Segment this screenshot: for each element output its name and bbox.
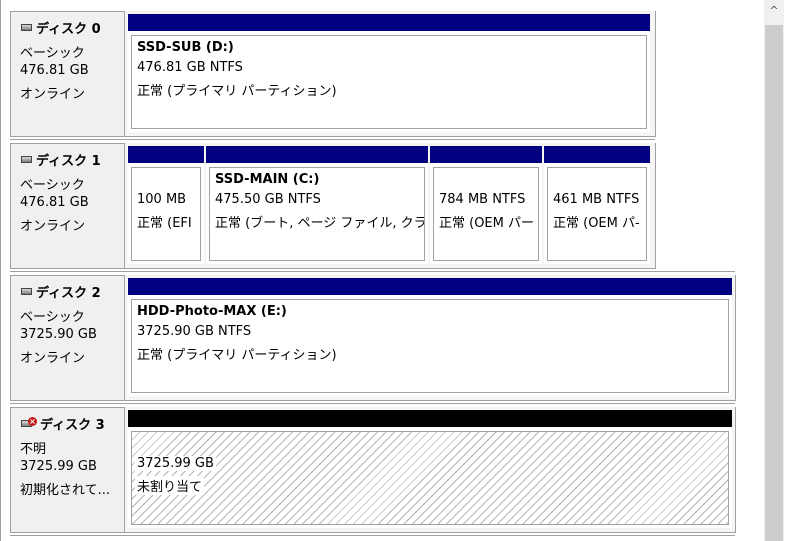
partition-status: 正常 (OEM パー <box>439 216 534 231</box>
disk-size: 476.81 GB <box>20 63 89 78</box>
disk-status: 初期化されて... <box>20 483 111 498</box>
disk-status: オンライン <box>20 87 86 102</box>
disk-type: ベーシック <box>20 310 85 325</box>
disk-name: ディスク 1 <box>36 154 101 169</box>
disk-management-view: ディスク 0 ベーシック 476.81 GB オンライン SSD-SUB (D:… <box>0 0 795 541</box>
disk-label-3[interactable]: ディスク 3 不明 3725.99 GB 初期化されて... <box>10 407 125 533</box>
partition-area: 3725.99 GB 未割り当て <box>125 407 736 533</box>
partition-label: SSD-SUB (D:) <box>137 40 234 55</box>
partition-area: 100 MB 正常 (EFI SSD-MAIN (C:) 475.50 GB N… <box>125 143 656 269</box>
disk-name: ディスク 0 <box>36 22 101 37</box>
partition-bar <box>206 146 428 163</box>
partition-e[interactable]: HDD-Photo-MAX (E:) 3725.90 GB NTFS 正常 (プ… <box>128 278 732 396</box>
partition-d[interactable]: SSD-SUB (D:) 476.81 GB NTFS 正常 (プライマリ パー… <box>128 14 650 132</box>
partition-bar <box>128 146 204 163</box>
disk-name: ディスク 3 <box>40 418 105 433</box>
partition-size: 461 MB NTFS <box>553 192 640 207</box>
disk-row-3: ディスク 3 不明 3725.99 GB 初期化されて... 3725.99 G… <box>10 407 736 533</box>
partition-bar <box>128 410 732 427</box>
disk-type: 不明 <box>20 442 47 457</box>
disk-name: ディスク 2 <box>36 286 101 301</box>
disk-error-icon <box>21 417 37 427</box>
disk-icon <box>21 24 32 31</box>
disk-label-0[interactable]: ディスク 0 ベーシック 476.81 GB オンライン <box>10 11 125 137</box>
partition-status: 正常 (プライマリ パーティション) <box>137 84 337 99</box>
disk-icon <box>21 156 32 163</box>
disk-label-1[interactable]: ディスク 1 ベーシック 476.81 GB オンライン <box>10 143 125 269</box>
disk-status: オンライン <box>20 219 86 234</box>
partition-size: 3725.99 GB <box>135 456 216 471</box>
row-divider <box>10 535 735 536</box>
partition-size: 100 MB <box>137 192 187 207</box>
partition-bar <box>430 146 542 163</box>
partition-size: 784 MB NTFS <box>439 192 526 207</box>
disk-row-1: ディスク 1 ベーシック 476.81 GB オンライン 100 MB 正常 (… <box>10 143 656 269</box>
unallocated-space[interactable]: 3725.99 GB 未割り当て <box>128 410 732 528</box>
disk-status: オンライン <box>20 351 86 366</box>
partition-status: 未割り当て <box>135 476 205 495</box>
partition-size: 3725.90 GB NTFS <box>137 324 252 339</box>
partition-bar <box>128 14 650 31</box>
partition-status: 正常 (OEM パ- <box>553 216 640 231</box>
partition-bar <box>128 278 732 295</box>
disk-type: ベーシック <box>20 46 85 61</box>
partition-status: 正常 (ブート, ページ ファイル, クラッシ <box>215 216 425 231</box>
partition-oem-1[interactable]: 784 MB NTFS 正常 (OEM パー <box>430 146 542 264</box>
partition-size: 475.50 GB NTFS <box>215 192 321 207</box>
disk-label-2[interactable]: ディスク 2 ベーシック 3725.90 GB オンライン <box>10 275 125 401</box>
row-divider <box>10 139 655 140</box>
scroll-thumb[interactable] <box>765 25 783 541</box>
partition-label: SSD-MAIN (C:) <box>215 172 320 187</box>
disk-size: 476.81 GB <box>20 195 89 210</box>
partition-efi[interactable]: 100 MB 正常 (EFI <box>128 146 204 264</box>
disk-size: 3725.90 GB <box>20 327 97 342</box>
partition-c[interactable]: SSD-MAIN (C:) 475.50 GB NTFS 正常 (ブート, ペー… <box>206 146 428 264</box>
disk-type: ベーシック <box>20 178 85 193</box>
partition-area: HDD-Photo-MAX (E:) 3725.90 GB NTFS 正常 (プ… <box>125 275 736 401</box>
vertical-scrollbar[interactable]: ^ <box>764 0 795 541</box>
row-divider <box>10 403 735 404</box>
partition-status: 正常 (EFI <box>137 216 192 231</box>
partition-oem-2[interactable]: 461 MB NTFS 正常 (OEM パ- <box>544 146 650 264</box>
row-divider <box>10 271 735 272</box>
disk-row-2: ディスク 2 ベーシック 3725.90 GB オンライン HDD-Photo-… <box>10 275 736 401</box>
partition-label: HDD-Photo-MAX (E:) <box>137 304 287 319</box>
partition-status: 正常 (プライマリ パーティション) <box>137 348 337 363</box>
disk-size: 3725.99 GB <box>20 459 97 474</box>
partition-bar <box>544 146 650 163</box>
disk-row-0: ディスク 0 ベーシック 476.81 GB オンライン SSD-SUB (D:… <box>10 11 656 137</box>
scroll-up-arrow-icon[interactable]: ^ <box>764 0 784 22</box>
disk-icon <box>21 288 32 295</box>
partition-size: 476.81 GB NTFS <box>137 60 243 75</box>
partition-area: SSD-SUB (D:) 476.81 GB NTFS 正常 (プライマリ パー… <box>125 11 656 137</box>
